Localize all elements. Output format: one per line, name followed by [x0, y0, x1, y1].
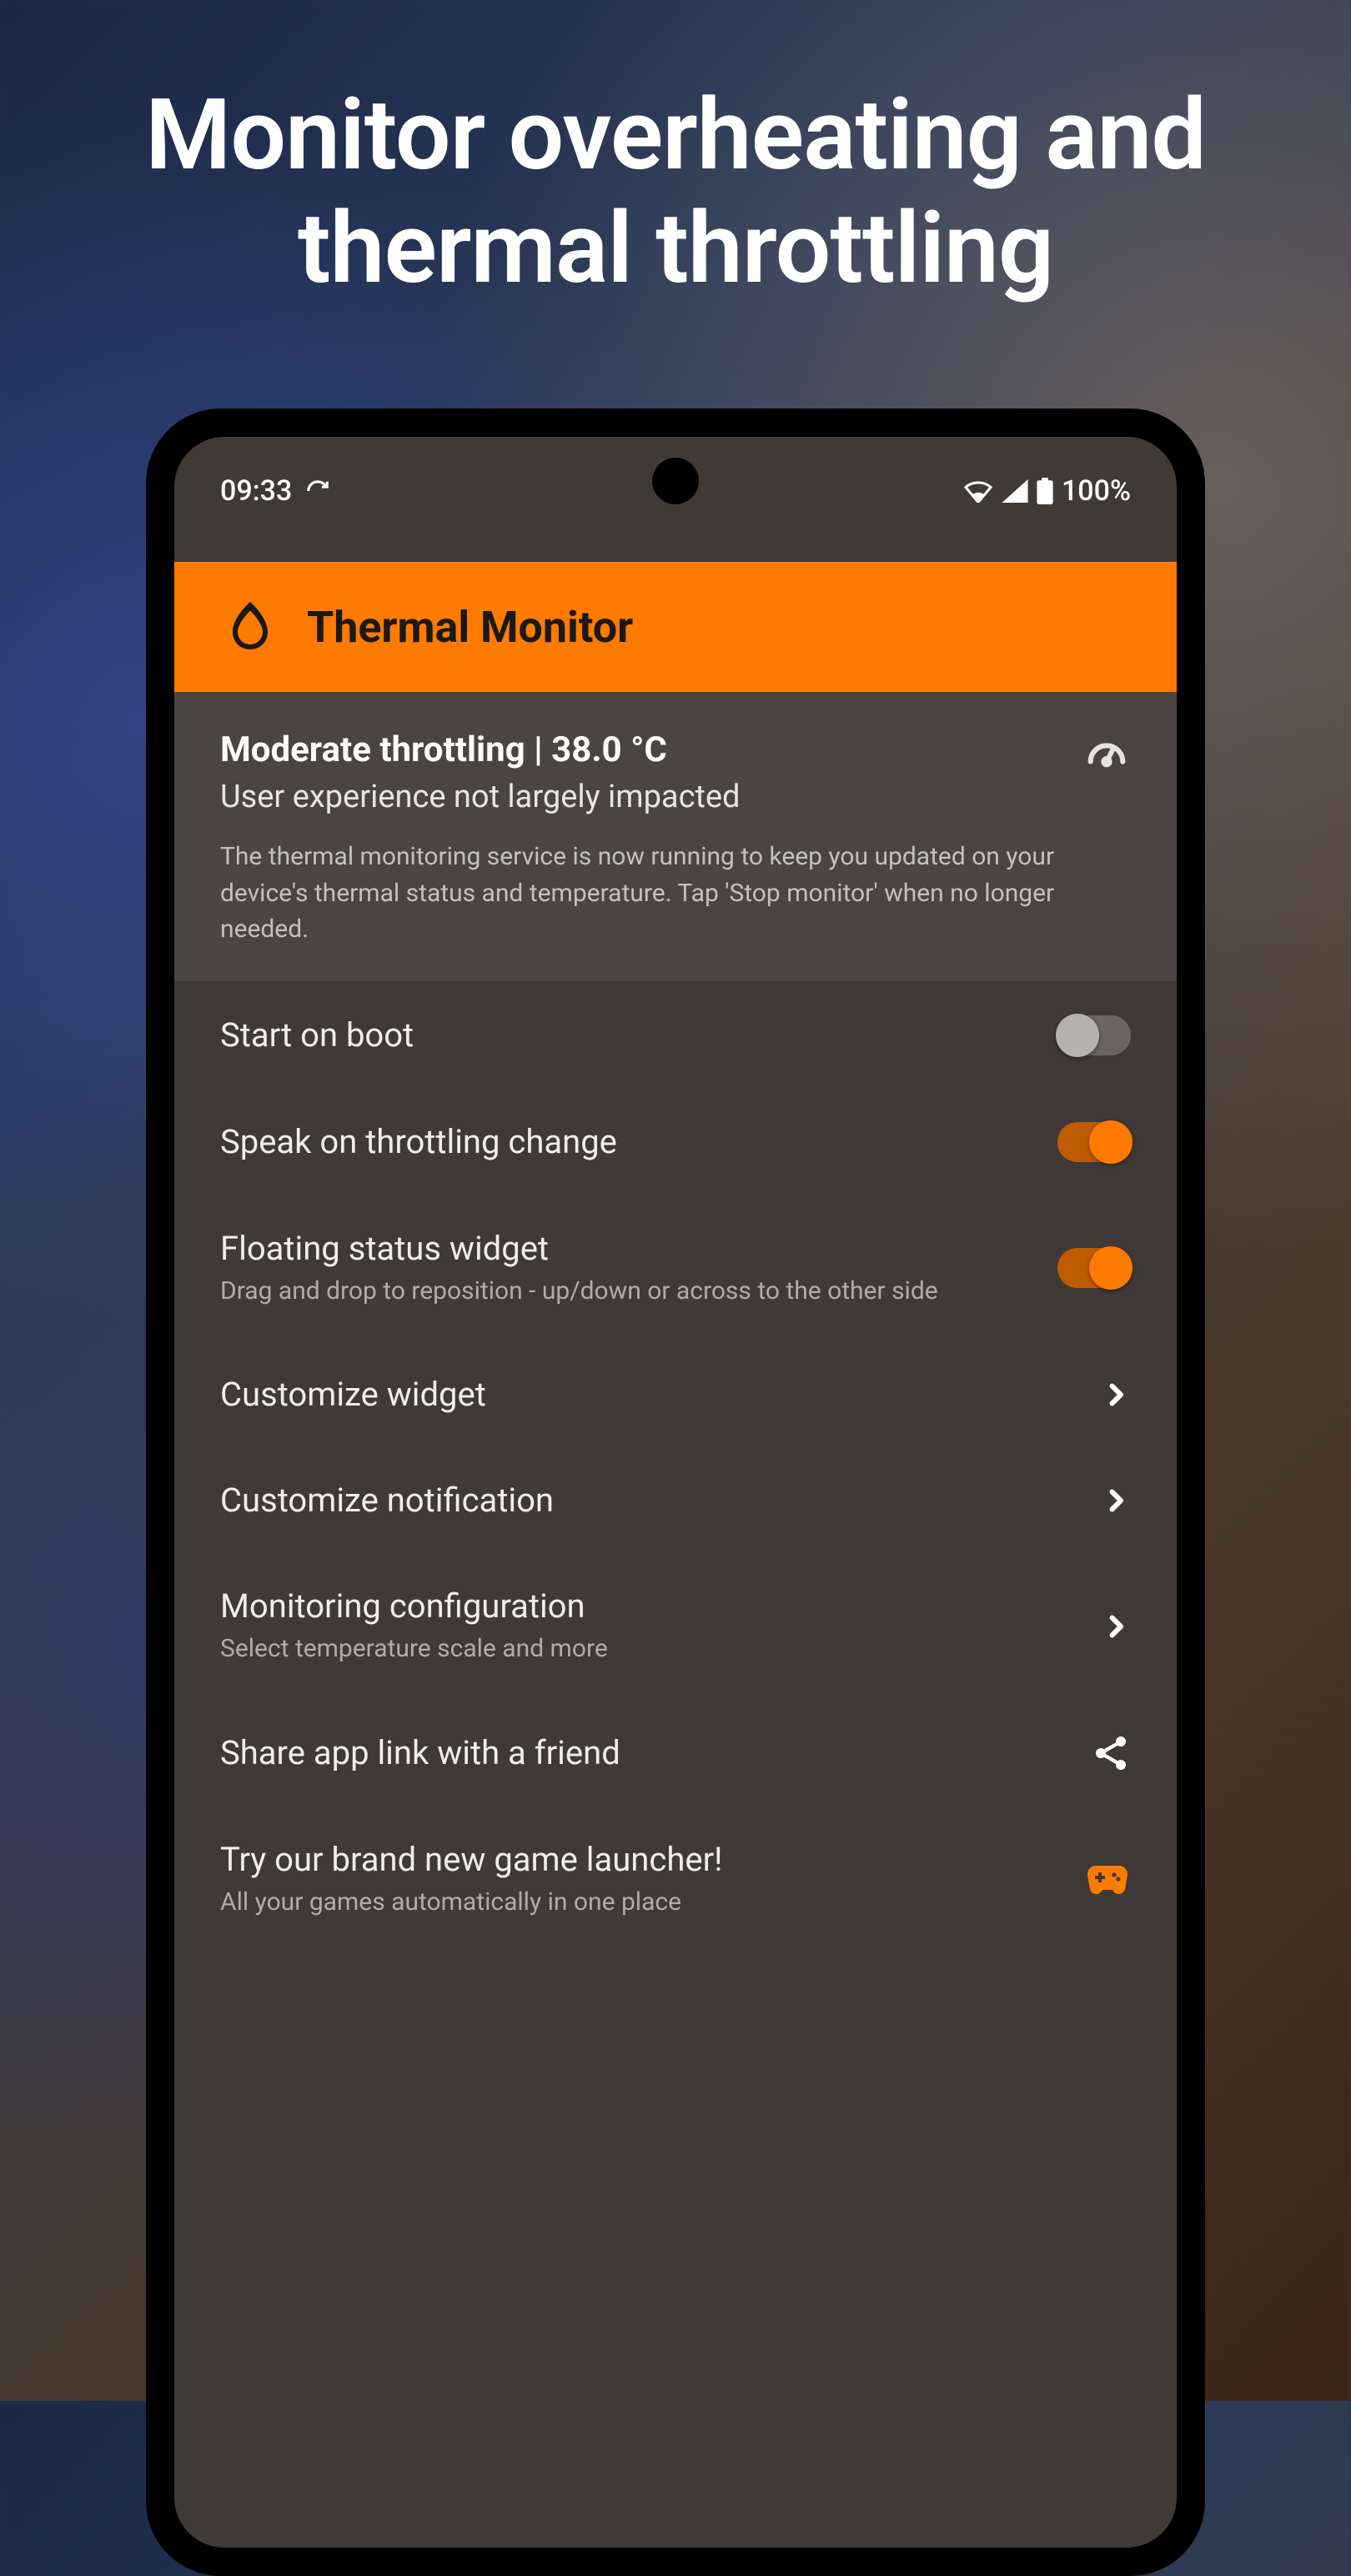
setting-label: Monitoring configuration [220, 1586, 1076, 1626]
setting-label: Try our brand new game launcher! [220, 1840, 1059, 1879]
setting-share-app[interactable]: Share app link with a friend [174, 1700, 1177, 1807]
setting-customize-widget[interactable]: Customize widget [174, 1341, 1177, 1447]
app-title: Thermal Monitor [307, 602, 633, 653]
setting-game-launcher[interactable]: Try our brand new game launcher! All you… [174, 1807, 1177, 1953]
setting-sublabel: Select temperature scale and more [220, 1632, 1076, 1666]
setting-speak-change[interactable]: Speak on throttling change [174, 1089, 1177, 1195]
setting-monitoring-config[interactable]: Monitoring configuration Select temperat… [174, 1553, 1177, 1700]
thermal-status-title: Moderate throttling | 38.0 °C [220, 729, 740, 770]
marketing-headline: Monitor overheating and thermal throttli… [0, 0, 1351, 305]
signal-icon [1002, 479, 1028, 503]
setting-customize-notification[interactable]: Customize notification [174, 1447, 1177, 1553]
setting-label: Customize widget [220, 1375, 1076, 1414]
chevron-right-icon [1101, 1380, 1131, 1410]
gamepad-icon [1084, 1861, 1131, 1897]
chevron-right-icon [1101, 1611, 1131, 1641]
clock-time: 09:33 [220, 474, 292, 508]
sync-icon [305, 479, 330, 504]
setting-label: Start on boot [220, 1015, 1032, 1055]
phone-screen: 09:33 100% Thermal Monitor Moderate thro [174, 437, 1177, 2548]
setting-label: Speak on throttling change [220, 1122, 1032, 1161]
app-header: Thermal Monitor [174, 562, 1177, 692]
share-icon [1091, 1733, 1131, 1773]
phone-device-frame: 09:33 100% Thermal Monitor Moderate thro [146, 408, 1205, 2576]
toggle-start-on-boot[interactable] [1057, 1015, 1131, 1055]
wifi-icon [963, 479, 993, 503]
setting-label: Share app link with a friend [220, 1733, 1066, 1772]
toggle-floating-widget[interactable] [1057, 1248, 1131, 1288]
settings-list: Start on boot Speak on throttling change… [174, 982, 1177, 1953]
setting-label: Customize notification [220, 1481, 1076, 1520]
thermal-status-card: Moderate throttling | 38.0 °C User exper… [174, 692, 1177, 982]
battery-icon [1037, 478, 1053, 504]
setting-label: Floating status widget [220, 1229, 1032, 1268]
setting-sublabel: Drag and drop to reposition - up/down or… [220, 1275, 1032, 1309]
flame-thermometer-icon [220, 597, 280, 657]
thermal-status-subtitle: User experience not largely impacted [220, 779, 740, 815]
setting-start-on-boot[interactable]: Start on boot [174, 982, 1177, 1089]
setting-sublabel: All your games automatically in one plac… [220, 1886, 1059, 1920]
battery-percent: 100% [1062, 474, 1131, 508]
toggle-speak-change[interactable] [1057, 1122, 1131, 1162]
thermal-status-description: The thermal monitoring service is now ru… [220, 839, 1131, 948]
setting-floating-widget[interactable]: Floating status widget Drag and drop to … [174, 1195, 1177, 1342]
chevron-right-icon [1101, 1486, 1131, 1516]
camera-notch [652, 458, 699, 504]
gauge-icon [1082, 729, 1131, 778]
